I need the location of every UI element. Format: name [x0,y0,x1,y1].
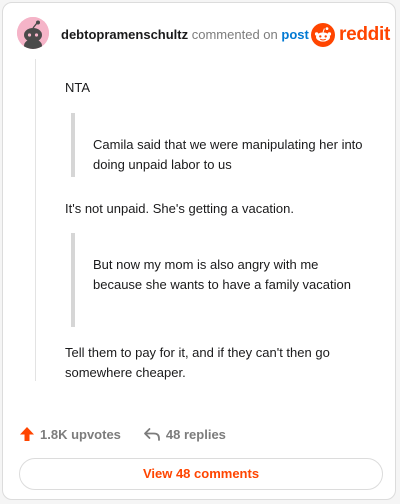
upvotes-stat[interactable]: 1.8K upvotes [19,426,121,442]
username[interactable]: debtopramenschultz [61,27,188,42]
blockquote: Camila said that we were manipulating he… [71,113,371,177]
view-comments-button[interactable]: View 48 comments [19,458,383,490]
action-text: commented on [191,27,278,42]
thread-line[interactable] [35,59,36,381]
reddit-logo[interactable]: reddit [311,22,390,48]
upvote-arrow-icon [20,427,34,441]
snoo-avatar-icon [17,17,49,49]
post-link[interactable]: post [281,27,308,42]
comment-actions: 1.8K upvotes 48 replies [19,423,248,445]
reply-arrow-icon [144,428,160,441]
replies-count: 48 replies [165,426,226,442]
upvotes-count: 1.8K upvotes [40,426,121,442]
blockquote: But now my mom is also angry with me bec… [71,233,371,327]
comment-paragraph: It's not unpaid. She's getting a vacatio… [65,201,295,216]
reddit-wordmark: reddit [339,24,390,45]
avatar[interactable] [17,17,49,49]
comment-paragraph: Tell them to pay for it, and if they can… [65,345,330,380]
quote-text: But now my mom is also angry with me bec… [93,257,351,292]
comment-card: debtopramenschultz commented on post red… [2,2,396,500]
comment-paragraph: NTA [65,80,91,95]
quote-text: Camila said that we were manipulating he… [93,137,363,172]
comment-header: debtopramenschultz commented on post [61,27,309,43]
reddit-alien-icon [311,23,335,47]
replies-stat[interactable]: 48 replies [143,426,226,442]
